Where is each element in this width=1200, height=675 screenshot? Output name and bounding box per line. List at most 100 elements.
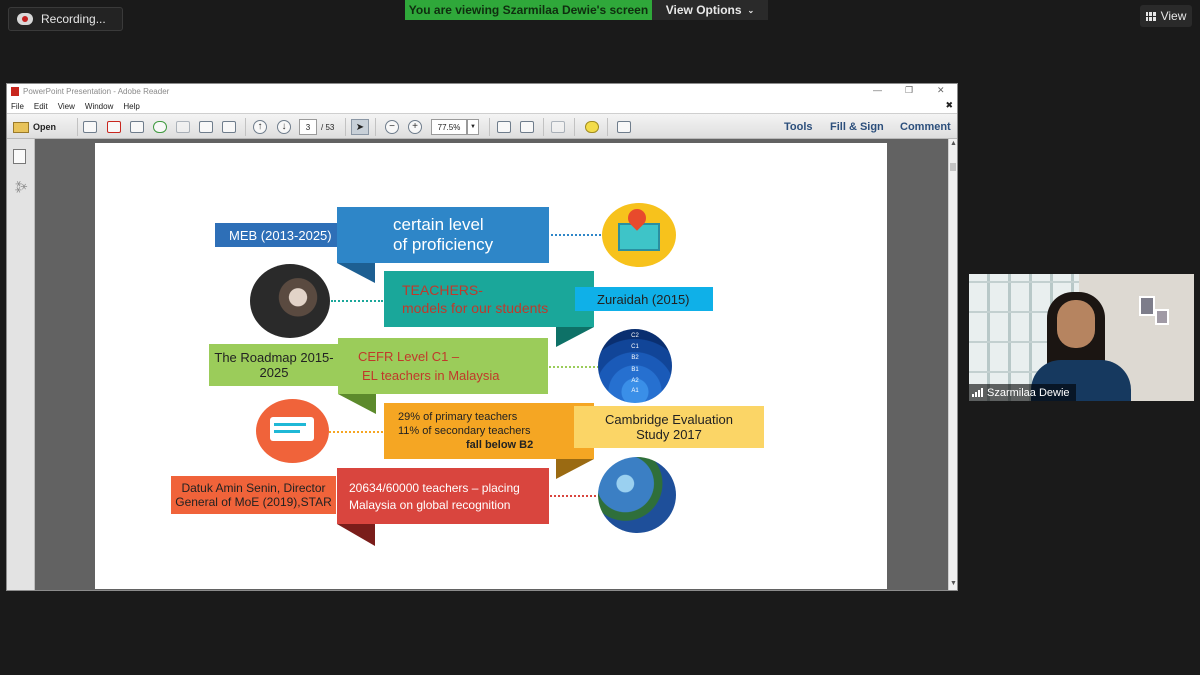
upload-button[interactable]: [153, 119, 167, 135]
zoom-in-button[interactable]: +: [408, 119, 422, 135]
fit-width-icon: [520, 121, 534, 133]
fit-page-button[interactable]: [497, 119, 511, 135]
adobe-reader-window: PowerPoint Presentation - Adobe Reader —…: [6, 83, 958, 591]
adobe-reader-icon: [11, 87, 19, 96]
chevron-down-icon: ⌄: [747, 5, 755, 15]
cambridge-line1: Cambridge Evaluation: [605, 412, 733, 427]
toolbar: Open ↑ ↓ 3 / 53 ➤ − + 77.5% ▼ Tools Fill…: [7, 113, 957, 139]
open-label: Open: [33, 122, 57, 132]
zoom-dropdown-button[interactable]: ▼: [467, 119, 479, 135]
vertical-scrollbar[interactable]: ▲ ▼: [948, 139, 957, 590]
view-label: View: [1160, 9, 1187, 23]
restore-button[interactable]: ❐: [905, 85, 913, 96]
datuk-line1: Datuk Amin Senin, Director: [181, 481, 326, 495]
fill-sign-link[interactable]: Fill & Sign: [830, 121, 884, 133]
open-button[interactable]: Open: [13, 119, 56, 135]
cefr-levels-sphere: C2 C1 B2 B1 A2 A1: [598, 329, 672, 403]
ribbon-fold: [556, 459, 594, 479]
edit-button[interactable]: [130, 119, 144, 135]
participant-video[interactable]: Szarmilaa Dewie: [969, 274, 1194, 401]
teachers-line2: models for our students: [402, 300, 549, 316]
zoom-out-button[interactable]: −: [385, 119, 399, 135]
minimize-button[interactable]: —: [873, 85, 882, 95]
connector-line: [550, 495, 600, 497]
edit-icon: [130, 121, 144, 133]
roadmap-line1: The Roadmap 2015-: [214, 350, 334, 365]
window-title: PowerPoint Presentation - Adobe Reader: [23, 87, 170, 96]
map-pin-icon: [602, 203, 676, 267]
cloud-upload-icon: [153, 121, 167, 133]
save-icon: [176, 121, 190, 133]
folder-icon: [13, 121, 29, 133]
email-icon: [222, 121, 236, 133]
comment-link[interactable]: Comment: [900, 121, 951, 133]
select-tool-button[interactable]: ➤: [351, 119, 369, 135]
photo-frame: [1139, 296, 1155, 316]
datuk-line2: General of MoE (2019),STAR: [175, 495, 332, 509]
email-button[interactable]: [222, 119, 236, 135]
attachment-paperclip-icon[interactable]: ⁂: [11, 177, 30, 197]
stats-box: 29% of primary teachers 11% of secondary…: [384, 403, 594, 459]
cefr-level-label: A2: [631, 378, 639, 384]
tools-link[interactable]: Tools: [784, 121, 813, 133]
combine-button[interactable]: [107, 119, 121, 135]
ribbon-fold: [337, 263, 375, 283]
menu-edit[interactable]: Edit: [34, 102, 48, 111]
cefr-level-label: B1: [631, 367, 639, 373]
page-total: / 53: [321, 122, 335, 132]
page-number-input[interactable]: 3: [299, 119, 317, 135]
ribbon-fold: [338, 394, 376, 414]
close-document-icon[interactable]: ✖: [945, 100, 953, 111]
scroll-thumb[interactable]: [950, 163, 956, 171]
roadmap-line2: 2025: [259, 365, 289, 380]
stats-line1: 29% of primary teachers: [398, 411, 518, 423]
page-thumbnails-icon[interactable]: [13, 149, 26, 164]
fit-width-button[interactable]: [520, 119, 534, 135]
menu-view[interactable]: View: [58, 102, 75, 111]
next-page-button[interactable]: ↓: [277, 119, 291, 135]
connector-line: [331, 300, 383, 302]
print-icon: [199, 121, 213, 133]
connector-line: [549, 366, 599, 368]
combine-icon: [107, 121, 121, 133]
print-button[interactable]: [199, 119, 213, 135]
scroll-up-icon[interactable]: ▲: [950, 140, 957, 147]
cefr-line2: EL teachers in Malaysia: [362, 368, 500, 383]
menu-window[interactable]: Window: [85, 102, 113, 111]
menu-file[interactable]: File: [11, 102, 24, 111]
teachers-count-line1: 20634/60000 teachers – placing: [349, 480, 520, 495]
create-pdf-button[interactable]: [83, 119, 97, 135]
cefr-box: CEFR Level C1 – EL teachers in Malaysia: [338, 338, 548, 394]
recording-label: Recording...: [41, 12, 106, 26]
close-window-button[interactable]: ✕: [937, 85, 945, 96]
expand-icon: [617, 121, 631, 133]
rotate-icon: [551, 121, 565, 133]
participant-name: Szarmilaa Dewie: [987, 386, 1070, 399]
comment-note-button[interactable]: [585, 119, 599, 135]
title-bar: PowerPoint Presentation - Adobe Reader —…: [7, 84, 957, 99]
photo-frame: [1155, 309, 1169, 325]
cefr-level-label: C1: [631, 344, 639, 350]
save-button[interactable]: [176, 119, 190, 135]
connector-line: [551, 234, 601, 236]
teachers-box: TEACHERS- models for our students: [384, 271, 594, 327]
view-options-button[interactable]: View Options ⌄: [652, 0, 768, 20]
create-pdf-icon: [83, 121, 97, 133]
meb-label: MEB (2013-2025): [215, 223, 338, 247]
roadmap-label: The Roadmap 2015- 2025: [209, 344, 339, 386]
rotate-button[interactable]: [551, 119, 565, 135]
view-button[interactable]: View: [1140, 5, 1192, 27]
minus-icon: −: [385, 120, 399, 134]
navigation-pane: ⁂: [7, 139, 35, 590]
menu-bar: File Edit View Window Help ✖: [7, 99, 957, 113]
menu-help[interactable]: Help: [123, 102, 139, 111]
recording-indicator[interactable]: Recording...: [8, 7, 123, 31]
scroll-down-icon[interactable]: ▼: [950, 580, 957, 587]
previous-page-button[interactable]: ↑: [253, 119, 267, 135]
full-screen-button[interactable]: [617, 119, 631, 135]
chat-bubble-icon: [256, 399, 329, 463]
participant-name-tag: Szarmilaa Dewie: [969, 384, 1076, 401]
view-options-label: View Options: [665, 3, 742, 17]
teacher-photo: [250, 264, 330, 338]
zoom-level-input[interactable]: 77.5%: [431, 119, 467, 135]
